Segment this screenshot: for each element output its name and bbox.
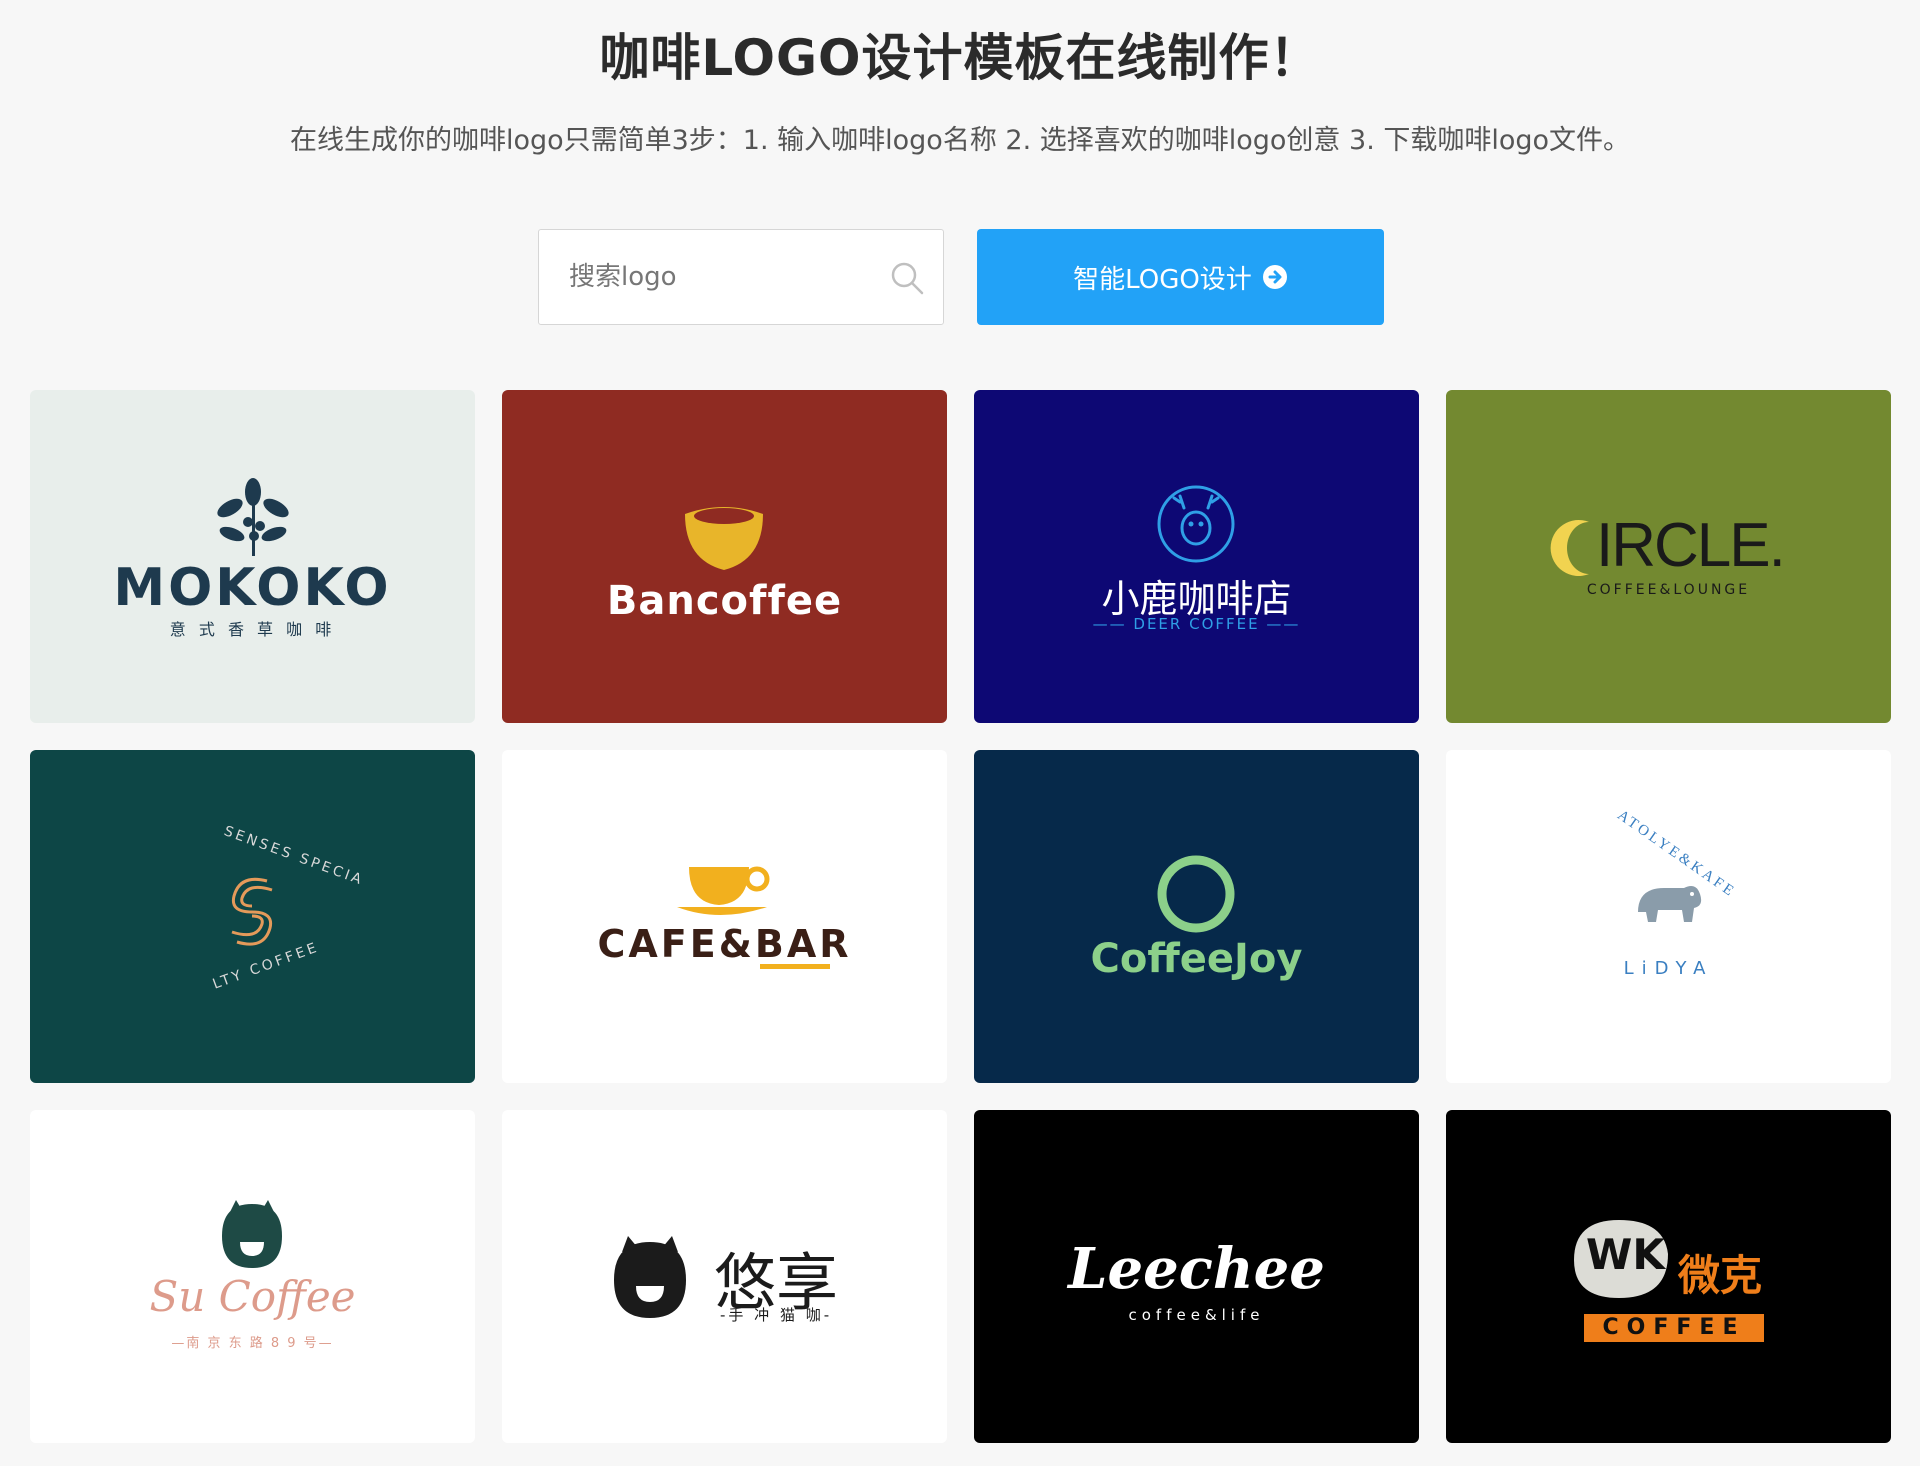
logo-name: CoffeeJoy <box>1090 936 1303 982</box>
logo-tagline: 意 式 香 草 咖 啡 <box>169 620 336 639</box>
logo-underline <box>760 964 830 969</box>
logo-card-deer-coffee[interactable]: 小鹿咖啡店 —— DEER COFFEE —— <box>974 390 1419 723</box>
page-title: 咖啡LOGO设计模板在线制作！ <box>599 29 1321 87</box>
search-box[interactable] <box>538 229 944 325</box>
logo-card-youxiang[interactable]: 悠享 -手 冲 猫 咖- <box>502 1110 947 1443</box>
ring-icon <box>1157 855 1235 933</box>
logo-card-circle[interactable]: IRCLE. COFFEE&LOUNGE <box>1446 390 1891 723</box>
logo-name: Su Coffee <box>149 1272 356 1321</box>
logo-name: Leechee <box>1068 1236 1325 1302</box>
logo-card-coffeejoy[interactable]: CoffeeJoy <box>974 750 1419 1083</box>
deer-icon <box>1157 485 1235 563</box>
cat-coffee-icon <box>222 1200 282 1268</box>
coffee-cup-saucer-icon <box>677 866 770 915</box>
cat-coffee-icon <box>614 1236 686 1318</box>
logo-ring-bottom: LiDYA <box>1623 958 1714 979</box>
logo-tagline: -手 冲 猫 咖- <box>720 1306 833 1324</box>
coffee-cup-icon <box>685 507 763 570</box>
logo-name: IRCLE. <box>1596 511 1786 580</box>
search-input[interactable] <box>569 230 869 324</box>
ai-logo-design-label: 智能LOGO设计 <box>1073 264 1252 295</box>
logo-card-bancoffee[interactable]: Bancoffee <box>502 390 947 723</box>
logo-card-senses-specialty[interactable]: SENSES SPECIA LTY COFFEE <box>30 750 475 1083</box>
logo-tagline: COFFEE <box>1584 1314 1764 1342</box>
logo-card-lidya[interactable]: ATOLYE&KAFE LiDYA <box>1446 750 1891 1083</box>
logo-name: MOKOKO <box>113 558 392 618</box>
coffee-plant-icon <box>217 478 289 556</box>
page-subtitle: 在线生成你的咖啡logo只需简单3步：1. 输入咖啡logo名称 2. 选择喜欢… <box>289 125 1631 156</box>
arrow-circle-right-icon <box>1262 265 1287 289</box>
logo-card-cafe-bar[interactable]: CAFE&BAR <box>502 750 947 1083</box>
logo-card-su-coffee[interactable]: Su Coffee —南 京 东 路 8 9 号— <box>30 1110 475 1443</box>
logo-card-weike-coffee[interactable]: WK 微克 COFFEE <box>1446 1110 1891 1443</box>
logo-tagline-text: DEER COFFEE <box>1133 615 1260 633</box>
logo-tagline: COFFEE&LOUNGE <box>1586 582 1751 598</box>
logo-name: Bancoffee <box>606 578 843 624</box>
logo-name: CAFE&BAR <box>597 922 852 966</box>
logo-tagline: —南 京 东 路 8 9 号— <box>171 1336 334 1351</box>
logo-card-leechee[interactable]: Leechee coffee&life <box>974 1110 1419 1443</box>
ai-logo-design-button[interactable]: 智能LOGO设计 <box>977 229 1384 325</box>
logo-tagline: —— DEER COFFEE —— <box>1092 615 1301 633</box>
hippo-icon <box>1638 886 1702 922</box>
logo-badge-text: WK <box>1586 1230 1665 1279</box>
logo-tagline: coffee&life <box>1128 1306 1265 1324</box>
logo-name: 微克 <box>1678 1251 1763 1300</box>
crescent-moon-icon <box>1550 520 1589 576</box>
logo-card-mokoko[interactable]: MOKOKO 意 式 香 草 咖 啡 <box>30 390 475 723</box>
search-icon[interactable] <box>889 260 925 296</box>
